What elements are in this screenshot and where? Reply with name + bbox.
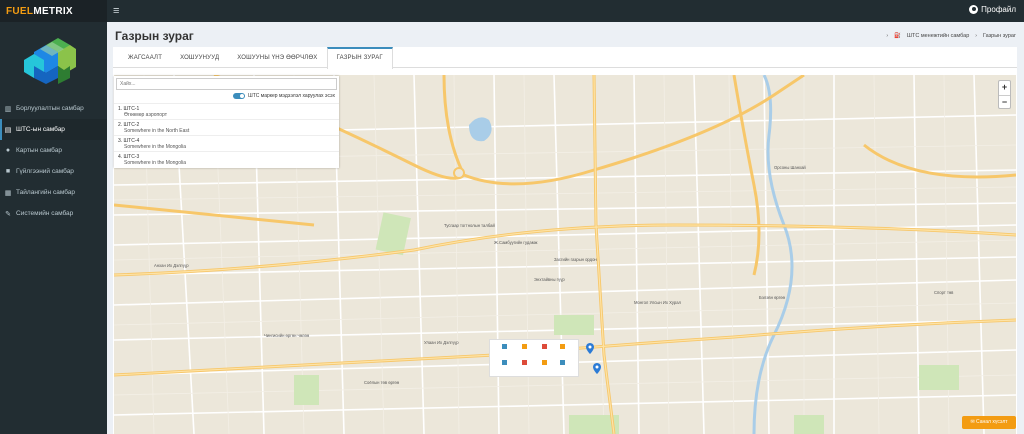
sidebar-item-sales[interactable]: ▥ Борлуулалтын самбар (0, 98, 107, 119)
station-location: Өгөөмөр аэропорт (124, 112, 168, 118)
sidebar-item-stations[interactable]: ▤ ШТС-ын самбар (0, 119, 107, 140)
sidebar: ▥ Борлуулалтын самбар ▤ ШТС-ын самбар ● … (0, 22, 107, 434)
map-label: Чингисийн өргөн чөлөө (264, 333, 310, 338)
brand-logo-text[interactable]: FUEL METRIX (0, 0, 107, 22)
chevron-right-icon: › (975, 33, 977, 39)
tab-list[interactable]: ЖАГСААЛТ (119, 47, 171, 68)
sidebar-item-label: Картын самбар (16, 147, 62, 154)
top-navbar: FUEL METRIX ≡ Профайл (0, 0, 1024, 22)
fuelmetrix-logo (0, 22, 107, 96)
fuel-price-icons (502, 344, 565, 365)
sidebar-item-reports[interactable]: ▦ Тайлангийн самбар (0, 182, 107, 203)
map-label: Бэлэвн өргөө (759, 295, 785, 300)
sidebar-menu: ▥ Борлуулалтын самбар ▤ ШТС-ын самбар ● … (0, 98, 107, 224)
tab-nozzles[interactable]: ХОШУУНУУД (171, 47, 228, 68)
zoom-in-button[interactable]: + (999, 81, 1010, 95)
station-search-panel: ШТС маркер мэдээлэл харуулах эсэх 1. ШТС… (114, 76, 339, 168)
sidebar-item-label: Гүйлгээний самбар (16, 168, 74, 175)
breadcrumb: › ⛽ ШТС менежтийн самбар › Газрын зураг (886, 33, 1016, 39)
dashboard-icon: ⛽ (894, 33, 901, 39)
line-chart-icon: ▥ (4, 105, 12, 113)
list-item[interactable]: 2. ШТС-2 Somewhere in the North East (114, 119, 339, 135)
map-label: Тусгаар тогтнолын талбай (444, 223, 495, 228)
marker-info-toggle[interactable] (233, 93, 246, 99)
page-title: Газрын зураг (115, 29, 194, 43)
brand-part2: METRIX (33, 5, 73, 17)
feedback-button[interactable]: ✉ Санал хүсэлт (962, 416, 1016, 429)
hexagon-logo-icon (24, 38, 76, 84)
breadcrumb-link[interactable]: ШТС менежтийн самбар (907, 33, 969, 39)
list-item[interactable]: 3. ШТС-4 Somewhere in the Mongolia (114, 135, 339, 151)
sidebar-item-label: Системийн самбар (16, 210, 74, 217)
map-label: Спорт төв (934, 290, 954, 295)
map-label: Орсоны Шанхай (774, 165, 806, 170)
map-marker-icon[interactable] (593, 363, 601, 374)
tab-bar: ЖАГСААЛТ ХОШУУНУУД ХОШУУНЫ ҮНЭ ӨӨРЧЛӨХ Г… (113, 47, 1017, 69)
map-label: Анхан Их Дэлгүүр (154, 263, 189, 268)
sidebar-item-cards[interactable]: ● Картын самбар (0, 140, 107, 161)
sidebar-item-label: Борлуулалтын самбар (16, 105, 84, 112)
station-location: Somewhere in the North East (124, 128, 190, 134)
map-label: Энхтайвны гүүр (534, 277, 565, 282)
map-label: Засгийн газрын ордон (554, 257, 597, 262)
station-location: Somewhere in the Mongolia (124, 144, 186, 150)
profile-label: Профайл (981, 5, 1016, 14)
toggle-label: ШТС маркер мэдээлэл харуулах эсэх (248, 93, 335, 99)
sidebar-item-transactions[interactable]: ■ Гүйлгээний самбар (0, 161, 107, 182)
station-info-popup[interactable] (489, 339, 579, 377)
sidebar-item-label: Тайлангийн самбар (16, 189, 76, 196)
truck-icon: ■ (5, 168, 11, 175)
map-marker-icon[interactable] (586, 343, 594, 354)
list-item[interactable]: 1. ШТС-1 Өгөөмөр аэропорт (114, 103, 339, 119)
id-card-icon: ▤ (4, 126, 12, 134)
brand-part1: FUEL (6, 5, 34, 17)
bars-icon[interactable]: ≡ (113, 5, 119, 17)
station-location: Somewhere in the Mongolia (124, 160, 186, 166)
user-circle-icon (969, 5, 979, 14)
map-label: Улаан Их Дэлгүүр (424, 340, 459, 345)
users-icon: ● (5, 147, 11, 154)
search-input[interactable] (116, 78, 337, 90)
tab-map[interactable]: ГАЗРЫН ЗУРАГ (326, 47, 393, 69)
chevron-right-icon: › (886, 33, 889, 39)
map-label: Монгол Улсын Их Хурал (634, 300, 681, 305)
comments-icon: ✉ (970, 419, 975, 425)
feedback-label: Санал хүсэлт (976, 419, 1008, 425)
profile-menu[interactable]: Профайл (969, 5, 1016, 14)
list-item[interactable]: 4. ШТС-3 Somewhere in the Mongolia (114, 151, 339, 167)
breadcrumb-current: Газрын зураг (982, 33, 1016, 39)
sidebar-item-system[interactable]: ✎ Системийн самбар (0, 203, 107, 224)
tab-nozzle-price[interactable]: ХОШУУНЫ ҮНЭ ӨӨРЧЛӨХ (228, 47, 326, 68)
sidebar-item-label: ШТС-ын самбар (16, 126, 65, 133)
table-icon: ▦ (4, 189, 12, 197)
wrench-icon: ✎ (5, 210, 11, 218)
station-list: 1. ШТС-1 Өгөөмөр аэропорт 2. ШТС-2 Somew… (114, 103, 339, 167)
map-label: Соёлын төв өргөө (364, 380, 400, 385)
zoom-out-button[interactable]: − (999, 95, 1010, 109)
content-header: Газрын зураг › ⛽ ШТС менежтийн самбар › … (107, 22, 1024, 47)
marker-info-toggle-row[interactable]: ШТС маркер мэдээлэл харуулах эсэх (233, 93, 335, 99)
map-label: Ж.Самбуугийн гудамж (494, 240, 538, 245)
map-zoom-control: + − (998, 80, 1011, 109)
